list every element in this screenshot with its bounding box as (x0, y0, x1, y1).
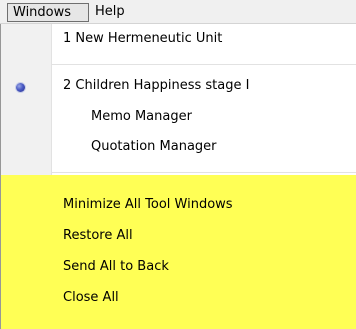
menu-item-label: 1 New Hermeneutic Unit (63, 31, 223, 46)
windows-dropdown-menu: 1 New Hermeneutic Unit 2 Children Happin… (0, 24, 356, 329)
menu-item-send-all-to-back[interactable]: Send All to Back (1, 251, 356, 281)
menu-windows[interactable]: Windows (7, 3, 89, 22)
menu-item-label: 2 Children Happiness stage I (63, 78, 250, 93)
menu-item-label: Quotation Manager (91, 139, 217, 154)
menu-item-label: Memo Manager (91, 109, 192, 124)
menu-item-label: Restore All (63, 228, 133, 243)
menu-item-close-all[interactable]: Close All (1, 282, 356, 312)
menu-separator (51, 172, 356, 173)
menu-item-window-1[interactable]: 1 New Hermeneutic Unit (1, 24, 356, 54)
menu-item-label: Minimize All Tool Windows (63, 197, 233, 212)
radio-bullet-icon (16, 83, 25, 92)
menu-help-label: Help (95, 4, 125, 19)
menu-item-label: Send All to Back (63, 259, 169, 274)
menu-separator (51, 64, 356, 65)
menu-bar: Windows Help (0, 0, 356, 24)
menu-windows-label: Windows (13, 5, 72, 20)
highlighted-actions-group: Minimize All Tool Windows Restore All Se… (1, 175, 356, 329)
menu-item-window-2[interactable]: 2 Children Happiness stage I (1, 71, 356, 101)
menu-item-restore-all[interactable]: Restore All (1, 220, 356, 250)
menu-item-label: Close All (63, 290, 119, 305)
menu-item-quotation-manager[interactable]: Quotation Manager (1, 132, 356, 162)
menu-item-memo-manager[interactable]: Memo Manager (1, 102, 356, 132)
menu-help[interactable]: Help (90, 3, 138, 22)
menu-item-minimize-all[interactable]: Minimize All Tool Windows (1, 189, 356, 219)
